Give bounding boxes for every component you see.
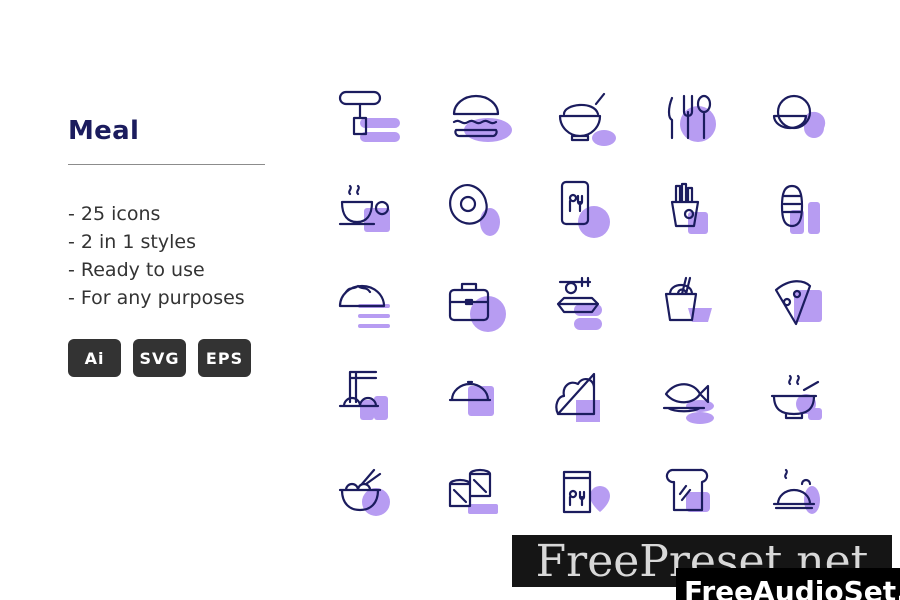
sushi-roll-icon-graphic: [448, 468, 498, 514]
plates-icon-graphic: [772, 94, 826, 138]
sausage-fork-icon: [330, 78, 410, 158]
french-fries-icon-graphic: [670, 182, 708, 234]
format-badges: Ai SVG EPS: [68, 339, 251, 377]
noodle-box-icon-graphic: [664, 276, 712, 322]
cloche-icon: [438, 360, 518, 440]
format-badge-eps: EPS: [198, 339, 251, 377]
food-bag-icon-graphic: [562, 470, 610, 514]
porridge-bowl-icon-graphic: [558, 92, 616, 146]
fish-plate-icon: [654, 360, 734, 440]
tea-cup-icon: [330, 172, 410, 252]
taco-icon: [330, 266, 410, 346]
noodle-box-icon: [654, 266, 734, 346]
ramen-chopsticks-icon-graphic: [338, 370, 388, 420]
takeaway-box-icon-graphic: [556, 276, 602, 330]
roast-chicken-icon: [762, 454, 842, 534]
format-badge-ai: Ai: [68, 339, 121, 377]
pizza-slice-icon: [762, 266, 842, 346]
sausage-fork-icon-graphic: [338, 90, 400, 142]
watermark-secondary: FreeAudioSet.net: [676, 568, 900, 600]
taco-icon-graphic: [338, 284, 390, 328]
takeaway-box-icon: [546, 266, 626, 346]
roast-chicken-icon-graphic: [772, 468, 820, 514]
soup-bowl-icon: [762, 360, 842, 440]
lunchbox-icon-graphic: [448, 282, 506, 332]
ramen-chopsticks-icon: [330, 360, 410, 440]
french-fries-icon: [654, 172, 734, 252]
feature-item: - 2 in 1 styles: [68, 231, 196, 253]
fish-plate-icon-graphic: [662, 383, 714, 424]
divider: [68, 164, 265, 165]
cutlery-plate-icon: [654, 78, 734, 158]
page-title: Meal: [68, 116, 140, 146]
mobile-order-icon: [546, 172, 626, 252]
porridge-bowl-icon: [546, 78, 626, 158]
burger-icon: [438, 78, 518, 158]
cutlery-plate-icon-graphic: [667, 94, 716, 142]
toast-icon-graphic: [665, 468, 710, 512]
lunchbox-icon: [438, 266, 518, 346]
feature-item: - Ready to use: [68, 259, 205, 281]
feature-list: - 25 icons - 2 in 1 styles - Ready to us…: [68, 200, 245, 312]
food-bag-icon: [546, 454, 626, 534]
fried-egg-icon-graphic: [449, 184, 500, 236]
mobile-order-icon-graphic: [560, 180, 610, 238]
sushi-roll-icon: [438, 454, 518, 534]
soup-bowl-icon-graphic: [770, 374, 822, 420]
burger-icon-graphic: [452, 94, 512, 142]
hotdog-icon: [762, 172, 842, 252]
tea-cup-icon-graphic: [338, 184, 390, 232]
sandwich-icon: [546, 360, 626, 440]
feature-item: - 25 icons: [68, 203, 161, 225]
icon-grid: [330, 78, 870, 548]
noodle-bowl-icon-graphic: [338, 468, 390, 516]
fried-egg-icon: [438, 172, 518, 252]
plates-icon: [762, 78, 842, 158]
cloche-icon-graphic: [448, 380, 494, 416]
sandwich-icon-graphic: [555, 372, 600, 422]
format-badge-svg: SVG: [133, 339, 186, 377]
pizza-slice-icon-graphic: [774, 280, 822, 326]
feature-item: - For any purposes: [68, 287, 245, 309]
noodle-bowl-icon: [330, 454, 410, 534]
toast-icon: [654, 454, 734, 534]
hotdog-icon-graphic: [780, 184, 820, 234]
